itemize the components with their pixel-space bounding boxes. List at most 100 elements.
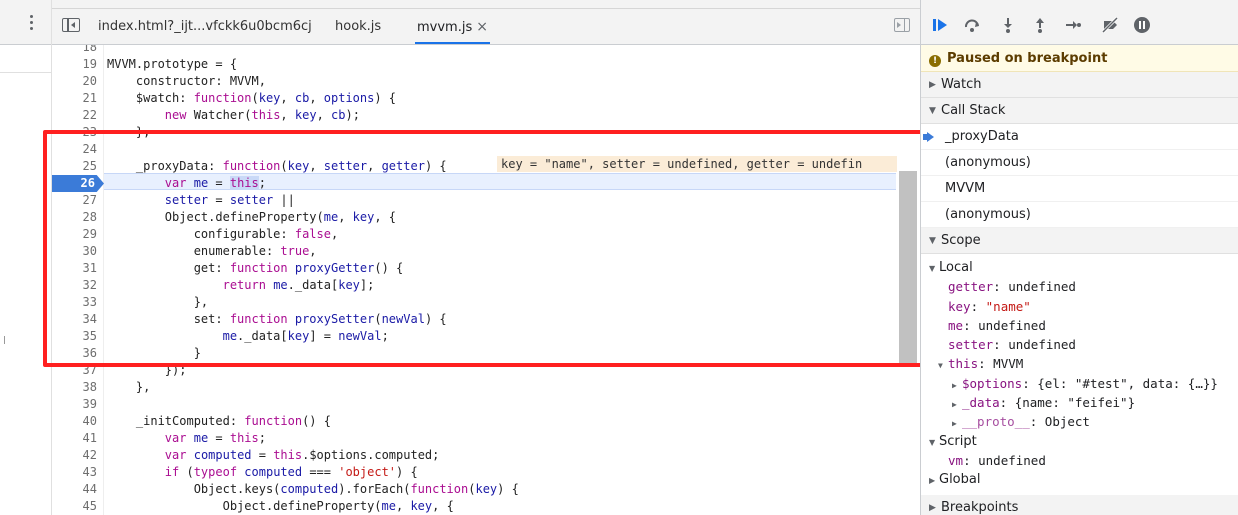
line-number[interactable]: 23 [57,124,97,141]
left-panel-strip [0,0,52,515]
code-line[interactable]: get: function proxyGetter() { [107,260,404,277]
tab-index-html[interactable]: index.html?_ijt...vfckk6u0bcm6cj [98,10,312,44]
scope-global[interactable]: ▶ Global [921,470,1238,489]
code-line[interactable]: enumerable: true, [107,243,317,260]
info-icon: ! [929,55,941,67]
more-options-icon[interactable] [30,14,36,32]
watch-section-header[interactable]: ▶ Watch [921,72,1238,98]
scope-variable[interactable]: ▶ __proto__: Object [921,412,1238,431]
tab-label: hook.js [335,19,382,34]
code-line[interactable]: Object.keys(computed).forEach(function(k… [107,481,519,498]
toggle-debugger-icon[interactable] [894,18,910,32]
line-number[interactable]: 20 [57,73,97,90]
line-number[interactable]: 33 [57,294,97,311]
line-number[interactable]: 36 [57,345,97,362]
breakpoints-section-header[interactable]: ▶ Breakpoints [921,494,1238,515]
line-number[interactable]: 39 [57,396,97,413]
pause-on-exceptions-icon[interactable] [1133,16,1151,34]
code-line[interactable]: constructor: MVVM, [107,73,266,90]
code-line[interactable]: }); [107,362,187,379]
code-line[interactable]: $watch: function(key, cb, options) { [107,90,396,107]
call-stack-section-header[interactable]: ▼ Call Stack [921,98,1238,124]
code-line[interactable]: }, [107,379,150,396]
code-line[interactable]: _proxyData: function(key, setter, getter… [107,158,447,175]
line-number[interactable]: 28 [57,209,97,226]
call-frame[interactable]: MVVM [921,176,1238,202]
scope-section-header[interactable]: ▼ Scope [921,228,1238,254]
code-line[interactable]: me._data[key] = newVal; [107,328,389,345]
scope-variable[interactable]: me: undefined [921,316,1238,335]
code-line[interactable]: if (typeof computed === 'object') { [107,464,418,481]
scope-variable[interactable]: setter: undefined [921,335,1238,354]
code-line[interactable]: Object.defineProperty(me, key, { [107,498,454,515]
code-line[interactable]: Object.defineProperty(me, key, { [107,209,396,226]
code-line[interactable]: set: function proxySetter(newVal) { [107,311,447,328]
code-line[interactable]: var me = this; [107,430,266,447]
code-line[interactable]: }, [107,124,150,141]
section-label: Call Stack [941,103,1006,118]
line-number[interactable]: 38 [57,379,97,396]
tab-label: index.html?_ijt...vfckk6u0bcm6cj [98,19,312,34]
line-number[interactable]: 27 [57,192,97,209]
line-number[interactable]: 41 [57,430,97,447]
code-line[interactable]: _initComputed: function() { [107,413,331,430]
step-icon[interactable] [1064,16,1082,34]
line-number[interactable]: 43 [57,464,97,481]
line-number[interactable]: 29 [57,226,97,243]
toggle-navigator-icon[interactable] [62,18,80,32]
call-frame[interactable]: _proxyData [921,124,1238,150]
scope-local[interactable]: ▼ Local [921,258,1238,277]
code-editor[interactable]: 18 19 20 21 22 23 24 25 26 27 28 29 30 31 32 33 34 35 36 37… [52,45,920,515]
scope-variable[interactable]: getter: undefined [921,277,1238,296]
code-line[interactable]: MVVM.prototype = { [107,56,237,73]
code-line[interactable]: configurable: false, [107,226,339,243]
var-value: Object [1044,414,1090,430]
scope-variable[interactable]: vm: undefined [921,451,1238,470]
vertical-scrollbar[interactable] [899,171,917,363]
breakpoint-marker[interactable]: 26 [52,175,104,192]
code-line[interactable]: }, [107,294,208,311]
line-number[interactable]: 30 [57,243,97,260]
collapse-triangle-icon: ▼ [938,361,943,371]
code-line[interactable]: var me = this; [107,175,266,192]
line-number[interactable]: 37 [57,362,97,379]
line-number[interactable]: 31 [57,260,97,277]
line-number[interactable]: 32 [57,277,97,294]
scope-script[interactable]: ▼ Script [921,432,1238,451]
line-number[interactable]: 44 [57,481,97,498]
line-number[interactable]: 21 [57,90,97,107]
line-number[interactable]: 40 [57,413,97,430]
line-number[interactable]: 42 [57,447,97,464]
code-line[interactable]: return me._data[key]; [107,277,375,294]
line-number[interactable]: 22 [57,107,97,124]
code-line[interactable]: new Watcher(this, key, cb); [107,107,360,124]
scope-variable-this[interactable]: ▼ this: MVVM [921,354,1238,373]
call-frame[interactable]: (anonymous) [921,150,1238,176]
line-number[interactable]: 18 [57,45,97,56]
tab-hook-js[interactable]: hook.js [335,10,381,44]
call-frame[interactable]: (anonymous) [921,202,1238,228]
resume-icon[interactable] [931,16,949,34]
top-border [52,0,920,9]
scope-variable[interactable]: ▶ $options: {el: "#test", data: {…}} [921,374,1238,393]
line-number[interactable]: 19 [57,56,97,73]
tab-label: mvvm.js [417,20,473,35]
line-number[interactable]: 35 [57,328,97,345]
code-line[interactable]: var computed = this.$options.computed; [107,447,440,464]
deactivate-breakpoints-icon[interactable] [1101,16,1119,34]
line-number-gutter[interactable]: 18 19 20 21 22 23 24 25 26 27 28 29 30 31 32 33 34 35 36 37… [52,45,104,515]
step-out-icon[interactable] [1031,16,1049,34]
debugger-sidebar: ! Paused on breakpoint ▶ Watch ▼ Call Stack… [920,0,1238,515]
line-number[interactable]: 25 [57,158,97,175]
step-over-icon[interactable] [963,16,981,34]
line-number[interactable]: 45 [57,498,97,515]
code-line[interactable]: } [107,345,201,362]
code-line[interactable]: setter = setter || [107,192,295,209]
tab-mvvm-js[interactable]: mvvm.js × [415,10,490,44]
scope-variable[interactable]: key: "name" [921,297,1238,316]
close-icon[interactable]: × [476,19,488,35]
scope-variable[interactable]: ▶ _data: {name: "feifei"} [921,393,1238,412]
step-into-icon[interactable] [999,16,1017,34]
line-number[interactable]: 24 [57,141,97,158]
line-number[interactable]: 34 [57,311,97,328]
